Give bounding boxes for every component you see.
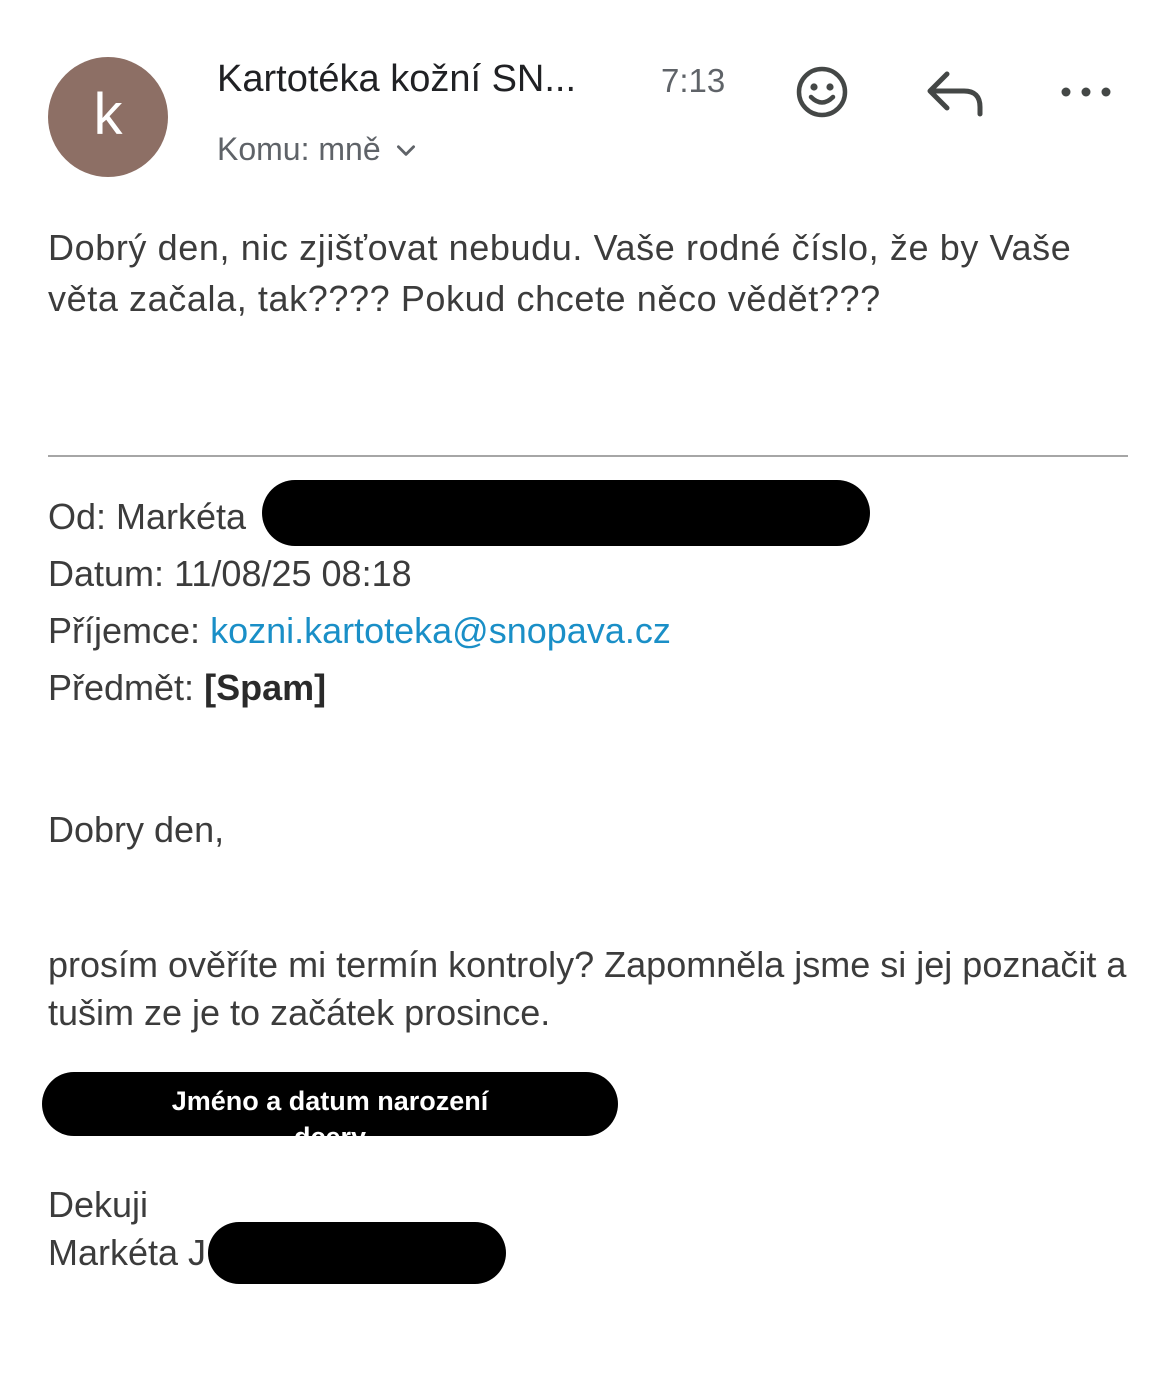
recipient-toggle[interactable]: Komu: mně — [217, 131, 419, 168]
quoted-recipient: Příjemce: kozni.kartoteka@snopava.cz — [48, 610, 671, 652]
quoted-signature: Markéta J — [48, 1232, 207, 1273]
reply-body-text: Dobrý den, nic zjišťovat nebudu. Vaše ro… — [48, 227, 1072, 319]
quoted-from: Od: Markéta — [48, 496, 247, 537]
quoted-recipient-label: Příjemce: — [48, 610, 201, 651]
redaction-from — [262, 480, 870, 546]
quote-divider — [48, 455, 1128, 457]
quoted-subject: Předmět: [Spam] — [48, 667, 326, 709]
quoted-subject-label: Předmět: — [48, 667, 195, 708]
quoted-greeting: Dobry den, — [48, 809, 225, 850]
message-time: 7:13 — [661, 62, 726, 99]
quoted-thanks: Dekuji — [48, 1184, 149, 1225]
quoted-date-value: 11/08/25 08:18 — [174, 553, 412, 594]
avatar[interactable]: k — [48, 57, 168, 177]
emoji-icon[interactable] — [794, 64, 850, 120]
quoted-date-label: Datum: — [48, 553, 165, 594]
redaction-signature — [208, 1222, 506, 1284]
recipient-label: Komu: mně — [217, 131, 381, 167]
quoted-recipient-email-link[interactable]: kozni.kartoteka@snopava.cz — [210, 610, 671, 651]
quoted-subject-value: [Spam] — [204, 667, 327, 708]
more-icon[interactable] — [1058, 78, 1114, 106]
sender-name[interactable]: Kartotéka kožní SN... — [217, 58, 576, 101]
redaction-note: Jméno a datum narození dcery — [171, 1086, 489, 1152]
chevron-down-icon — [396, 144, 415, 156]
quoted-paragraph: prosím ověříte mi termín kontroly? Zapom… — [48, 944, 1127, 1033]
redaction-daughter-info: Jméno a datum narození dcery — [42, 1072, 618, 1152]
avatar-letter: k — [93, 82, 123, 147]
reply-icon[interactable] — [922, 66, 988, 120]
quoted-date: Datum: 11/08/25 08:18 — [48, 553, 412, 595]
